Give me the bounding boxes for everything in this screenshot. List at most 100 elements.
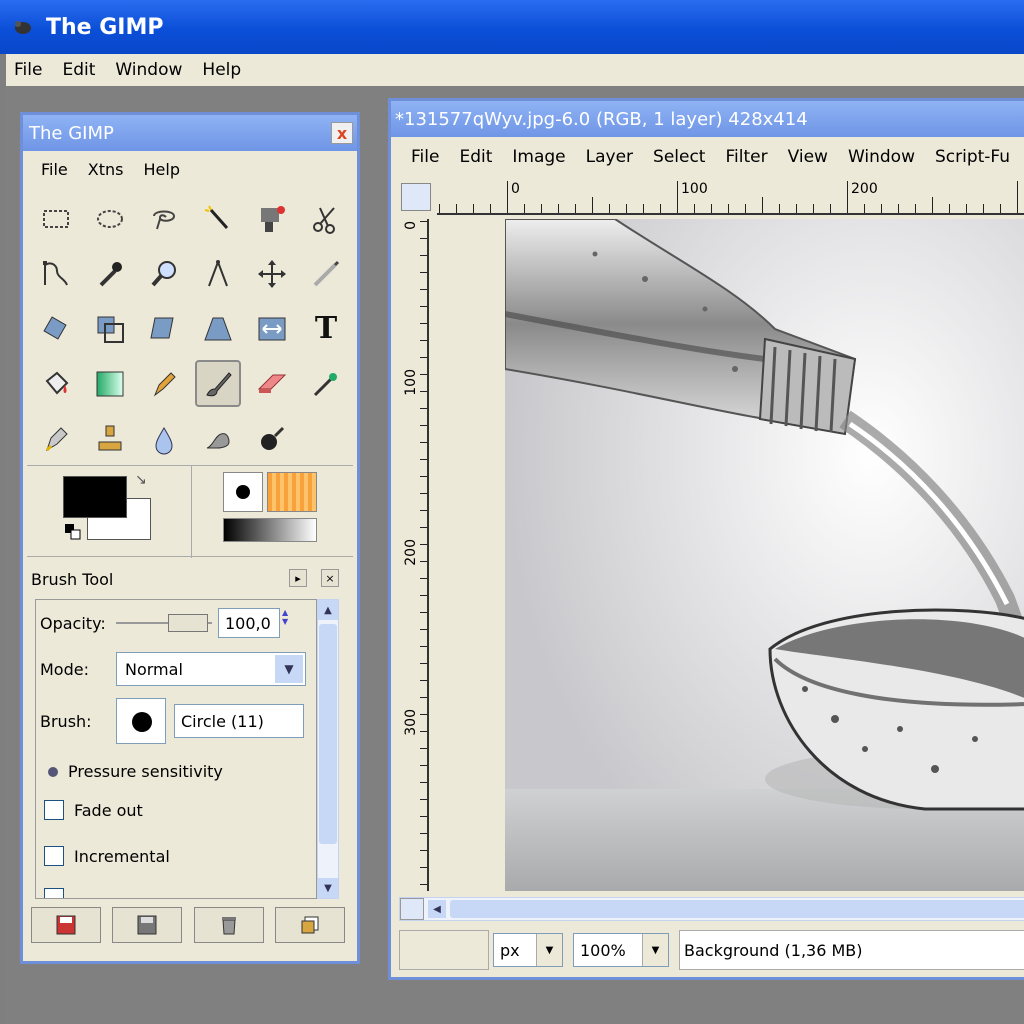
mode-label: Mode: [40, 659, 89, 679]
next-option-checkbox[interactable] [44, 888, 64, 898]
navigate-icon[interactable] [400, 898, 424, 920]
ruler-tick [643, 204, 644, 213]
fade-out-row[interactable]: Fade out [44, 800, 143, 820]
image-menu-script-fu[interactable]: Script-Fu [935, 147, 1010, 167]
clone-tool[interactable] [83, 411, 137, 466]
chevron-down-icon[interactable]: ▼ [642, 934, 668, 966]
menu-edit[interactable]: Edit [62, 60, 95, 80]
chevron-down-icon[interactable]: ▼ [536, 934, 562, 966]
brush-selector[interactable] [116, 698, 166, 744]
rect-select-tool[interactable] [29, 191, 83, 246]
options-scrollbar[interactable]: ▲ ▼ [317, 599, 339, 899]
magic-wand-tool[interactable] [191, 191, 245, 246]
toolbox-titlebar[interactable]: The GIMP x [23, 115, 357, 151]
reset-options-button[interactable] [274, 907, 345, 943]
toolbox-menu-file[interactable]: File [41, 160, 68, 179]
ruler-tick [420, 663, 427, 664]
vertical-ruler[interactable]: 0 100 200 300 [399, 219, 429, 891]
scroll-down-icon[interactable]: ▼ [318, 878, 338, 898]
horizontal-scroll-thumb[interactable] [450, 900, 1024, 918]
zoom-dropdown[interactable]: 100% ▼ [573, 933, 669, 967]
panel-close-button[interactable]: × [321, 569, 339, 587]
pressure-expander-icon[interactable] [48, 766, 58, 777]
blend-tool[interactable] [83, 356, 137, 411]
menu-help[interactable]: Help [202, 60, 241, 80]
pressure-row[interactable]: Pressure sensitivity [48, 762, 223, 781]
scale-tool[interactable] [83, 301, 137, 356]
next-option-row[interactable] [44, 888, 74, 898]
panel-menu-button[interactable]: ▸ [289, 569, 307, 587]
swap-colors-icon[interactable]: ↘ [135, 472, 147, 488]
save-options-button[interactable] [31, 907, 101, 943]
horizontal-ruler[interactable]: 0 100 200 [437, 181, 1024, 215]
color-picker-tool[interactable] [83, 246, 137, 301]
scroll-left-icon[interactable]: ◀ [428, 900, 446, 918]
options-scroll-thumb[interactable] [319, 624, 337, 844]
text-tool[interactable]: T [299, 301, 353, 356]
shear-tool[interactable] [137, 301, 191, 356]
image-titlebar[interactable]: *131577qWyv.jpg-6.0 (RGB, 1 layer) 428x4… [391, 101, 1024, 137]
foreground-color-swatch[interactable] [63, 476, 127, 518]
ruler-tick [420, 391, 427, 392]
measure-tool[interactable] [191, 246, 245, 301]
mode-dropdown[interactable]: Normal ▼ [116, 652, 306, 686]
toolbox-menu-help[interactable]: Help [144, 160, 180, 179]
lasso-tool[interactable] [137, 191, 191, 246]
image-menu-select[interactable]: Select [653, 147, 705, 167]
horizontal-scrollbar[interactable]: ◀ [399, 897, 1024, 921]
active-brush-preview[interactable] [223, 472, 263, 512]
image-menu-filter[interactable]: Filter [725, 147, 767, 167]
perspective-tool[interactable] [191, 301, 245, 356]
paintbrush-icon [206, 371, 232, 396]
close-button[interactable]: x [331, 122, 353, 144]
image-menu-file[interactable]: File [411, 147, 439, 167]
ruler-v-label: 0 [403, 221, 419, 230]
move-tool[interactable] [245, 246, 299, 301]
restore-options-button[interactable] [112, 907, 183, 943]
toolbox-menu-xtns[interactable]: Xtns [88, 160, 124, 179]
ruler-tick [420, 459, 427, 460]
dodge-burn-tool[interactable] [245, 411, 299, 466]
image-menu-edit[interactable]: Edit [459, 147, 492, 167]
delete-options-button[interactable] [193, 907, 264, 943]
flip-tool[interactable] [245, 301, 299, 356]
select-by-color-tool[interactable] [245, 191, 299, 246]
chevron-down-icon[interactable]: ▼ [275, 655, 303, 683]
quick-mask-corner-button[interactable] [401, 183, 431, 211]
image-menu-view[interactable]: View [788, 147, 828, 167]
airbrush-tool[interactable] [299, 356, 353, 411]
blur-tool[interactable] [137, 411, 191, 466]
rotate-tool[interactable] [29, 301, 83, 356]
paths-tool[interactable] [29, 246, 83, 301]
image-menu-layer[interactable]: Layer [586, 147, 633, 167]
ellipse-select-tool[interactable] [83, 191, 137, 246]
default-colors-icon[interactable] [65, 524, 81, 540]
opacity-spin-arrows[interactable]: ▲ ▼ [282, 608, 298, 638]
active-pattern-preview[interactable] [267, 472, 317, 512]
menu-window[interactable]: Window [115, 60, 182, 80]
unit-dropdown[interactable]: px ▼ [493, 933, 563, 967]
scroll-up-icon[interactable]: ▲ [318, 600, 338, 620]
opacity-slider-thumb[interactable] [168, 614, 208, 632]
opacity-slider[interactable] [116, 612, 212, 634]
paintbrush-tool[interactable] [195, 360, 241, 407]
gimp-icon [15, 21, 31, 34]
incremental-checkbox[interactable] [44, 846, 64, 866]
bucket-fill-tool[interactable] [29, 356, 83, 411]
opacity-spinbutton[interactable]: 100,0 [218, 608, 280, 638]
zoom-tool[interactable] [137, 246, 191, 301]
fade-out-checkbox[interactable] [44, 800, 64, 820]
image-menu-image[interactable]: Image [512, 147, 565, 167]
ink-tool[interactable] [29, 411, 83, 466]
pencil-tool[interactable] [137, 356, 191, 411]
menu-file[interactable]: File [14, 60, 42, 80]
image-menu-window[interactable]: Window [848, 147, 915, 167]
scissors-tool[interactable] [299, 191, 353, 246]
active-gradient-preview[interactable] [223, 518, 317, 542]
ruler-tick [864, 204, 865, 213]
incremental-row[interactable]: Incremental [44, 846, 170, 866]
smudge-tool[interactable] [191, 411, 245, 466]
eraser-tool[interactable] [245, 356, 299, 411]
crop-tool[interactable] [299, 246, 353, 301]
image-canvas[interactable] [505, 219, 1024, 891]
